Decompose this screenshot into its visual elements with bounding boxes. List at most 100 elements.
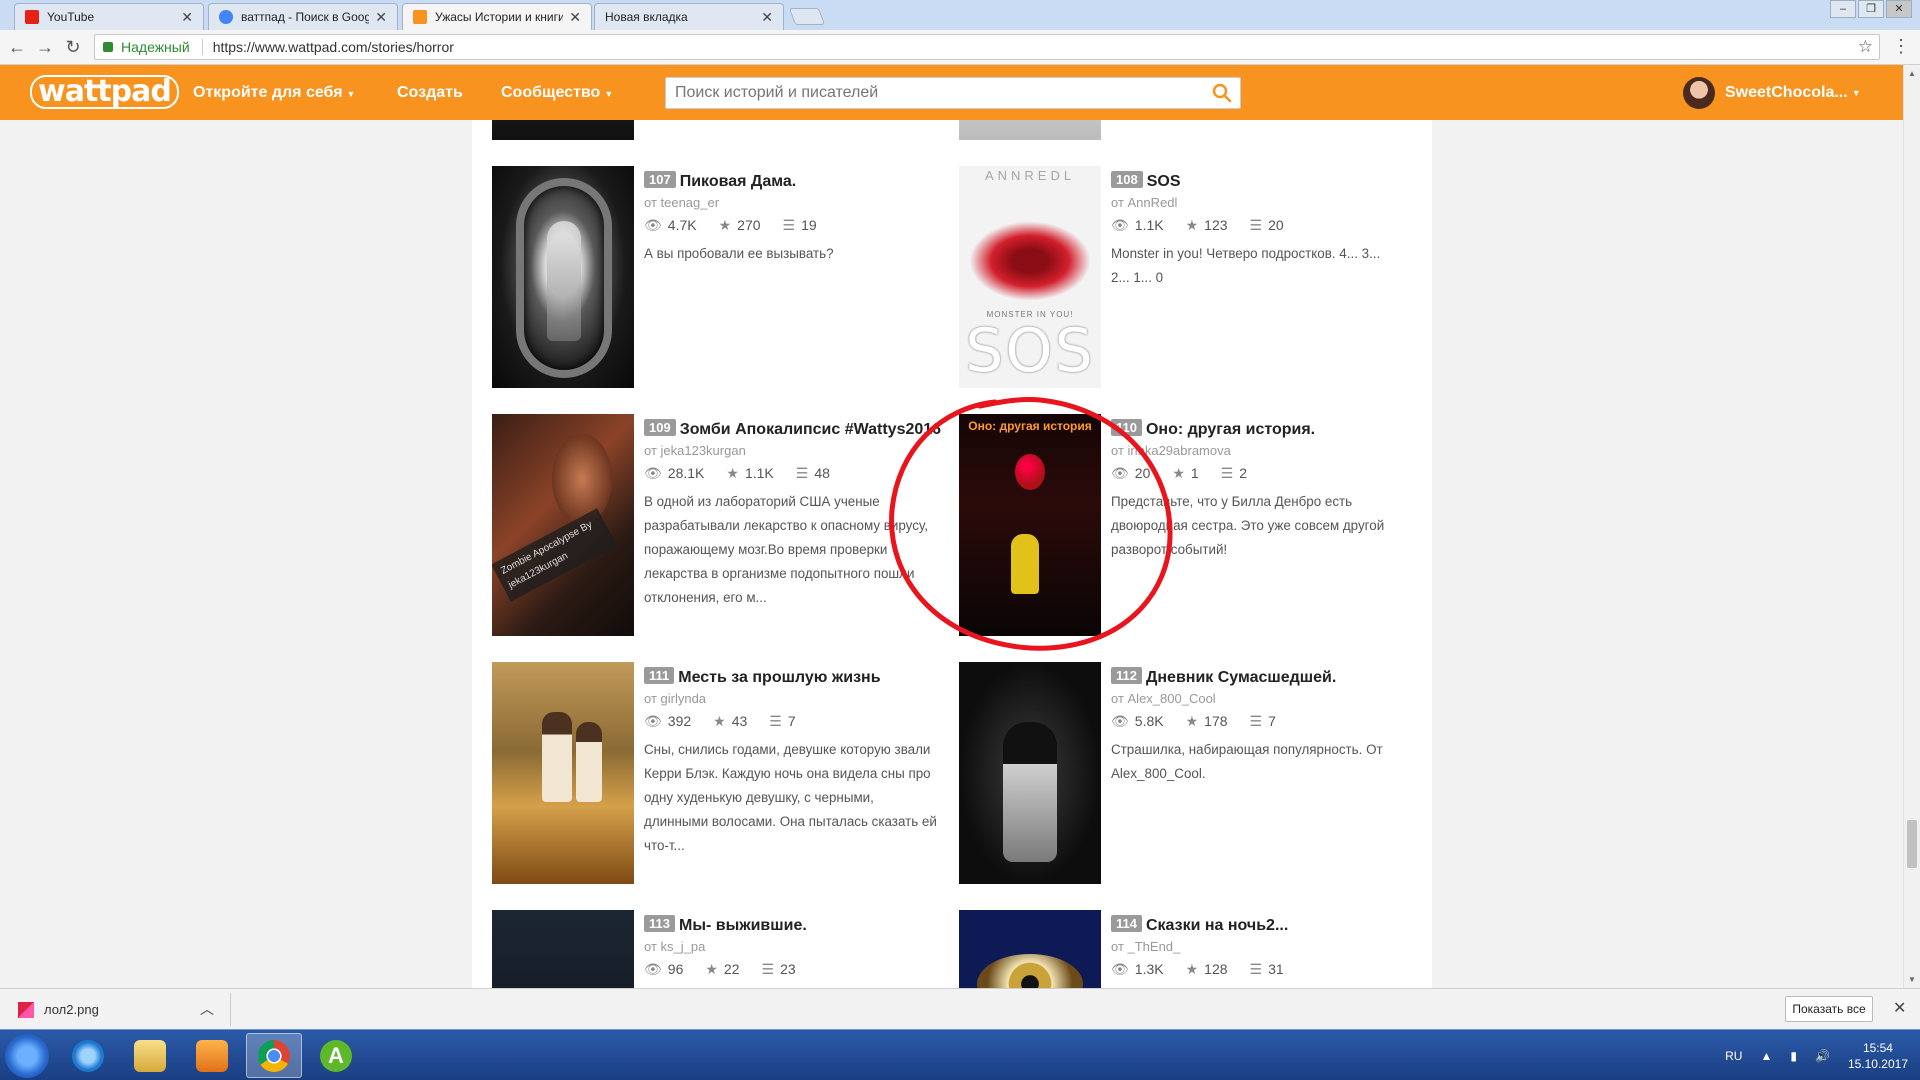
app-a-icon[interactable]: A — [308, 1033, 364, 1078]
close-tab-icon[interactable]: ✕ — [761, 9, 773, 26]
caret-down-icon: ▼ — [1851, 88, 1861, 98]
browser-tabstrip: YouTube ✕ ваттпад - Поиск в Google ✕ Ужа… — [0, 0, 1920, 30]
close-window-icon[interactable]: ✕ — [1886, 0, 1912, 18]
internet-explorer-icon[interactable] — [60, 1033, 116, 1078]
tray-expand-icon[interactable]: ▲ — [1760, 1049, 1772, 1063]
back-arrow-icon[interactable]: ← — [6, 37, 28, 58]
download-item[interactable]: лол2.png — [18, 989, 99, 1030]
close-icon[interactable]: ✕ — [1893, 998, 1906, 1018]
show-all-downloads-button[interactable]: Показать все — [1785, 996, 1873, 1022]
close-tab-icon[interactable]: ✕ — [569, 9, 581, 26]
bookmark-star-icon[interactable]: ☆ — [1858, 37, 1873, 57]
scroll-up-icon[interactable]: ▲ — [1908, 69, 1916, 78]
eye-icon: 👁 — [1111, 713, 1129, 729]
media-player-icon[interactable] — [184, 1033, 240, 1078]
story-author[interactable]: от AnnRedl — [1111, 195, 1411, 210]
story-cover[interactable] — [959, 662, 1101, 884]
parts-count: ☰ 48 — [795, 465, 830, 481]
new-tab-button[interactable] — [788, 8, 826, 25]
search-icon[interactable] — [1212, 83, 1232, 103]
browser-menu-icon[interactable]: ⋮ — [1892, 36, 1910, 57]
file-explorer-icon[interactable] — [122, 1033, 178, 1078]
user-menu[interactable]: SweetChocola... ▼ — [1683, 77, 1861, 109]
parts-count: ☰ 31 — [1249, 961, 1284, 977]
rank-badge: 111 — [644, 667, 675, 684]
story-cover[interactable] — [959, 120, 1101, 140]
story-title-link[interactable]: 114 Сказки на ночь2... — [1111, 914, 1411, 938]
story-author[interactable]: от girlynda — [644, 691, 944, 706]
story-title-link[interactable]: 113 Мы- выжившие. — [644, 914, 944, 938]
tab-new-tab[interactable]: Новая вкладка ✕ — [594, 3, 784, 30]
chrome-icon[interactable] — [246, 1033, 302, 1078]
maximize-icon[interactable]: ❐ — [1858, 0, 1884, 18]
tab-youtube[interactable]: YouTube ✕ — [14, 3, 204, 30]
story-title-link[interactable]: 108 SOS — [1111, 170, 1411, 194]
story-stats: 👁 28.1K ★ 1.1K ☰ 48 — [644, 465, 944, 482]
tab-title: Новая вкладка — [605, 10, 688, 24]
story-cover[interactable] — [959, 910, 1101, 988]
story-cover[interactable]: Оно: другая история — [959, 414, 1101, 636]
nav-community[interactable]: Сообщество ▼ — [501, 65, 613, 120]
wattpad-logo[interactable]: wattpad — [30, 75, 179, 109]
story-title-link[interactable]: 109 Зомби Апокалипсис #Wattys2016 — [644, 418, 944, 442]
close-tab-icon[interactable]: ✕ — [181, 9, 193, 26]
reads-count: 👁 5.8K — [1111, 713, 1164, 729]
tab-google-search[interactable]: ваттпад - Поиск в Google ✕ — [208, 3, 398, 30]
clock[interactable]: 15:54 15.10.2017 — [1848, 1040, 1908, 1072]
story-cover[interactable]: Zombie Apocalypse By jeka123kurgan — [492, 414, 634, 636]
story-title-link[interactable]: 111 Месть за прошлую жизнь — [644, 666, 944, 690]
story-cover[interactable] — [492, 662, 634, 884]
wattpad-favicon-icon — [413, 10, 427, 24]
google-favicon-icon — [219, 10, 233, 24]
rank-badge: 112 — [1111, 667, 1142, 684]
start-button[interactable] — [5, 1034, 49, 1078]
reads-count: 👁 1.3K — [1111, 961, 1164, 977]
eye-icon: 👁 — [1111, 961, 1129, 977]
nav-create[interactable]: Создать — [397, 65, 463, 120]
story-author[interactable]: от teenag_er — [644, 195, 944, 210]
reload-icon[interactable]: ↻ — [62, 37, 84, 58]
story-title-link[interactable]: 110 Оно: другая история. — [1111, 418, 1411, 442]
list-icon: ☰ — [782, 217, 796, 233]
story-cover[interactable] — [492, 166, 634, 388]
minimize-icon[interactable]: – — [1830, 0, 1856, 18]
search-input[interactable] — [675, 84, 1240, 102]
chevron-up-icon[interactable]: ︿ — [200, 999, 214, 1019]
nav-discover[interactable]: Откройте для себя ▼ — [193, 65, 355, 120]
story-author[interactable]: от jeka123kurgan — [644, 443, 944, 458]
close-tab-icon[interactable]: ✕ — [375, 9, 387, 26]
parts-count: ☰ 20 — [1249, 217, 1284, 233]
story-title-link[interactable]: 107 Пиковая Дама. — [644, 170, 944, 194]
scroll-down-icon[interactable]: ▼ — [1908, 975, 1916, 984]
story-description: Страшилка, набирающая популярность. От A… — [1111, 742, 1383, 781]
network-icon[interactable]: ▮ — [1790, 1049, 1797, 1063]
story-title: SOS — [1146, 173, 1181, 190]
address-bar[interactable]: Надежный https://www.wattpad.com/stories… — [94, 34, 1880, 60]
story-cover[interactable]: ANNREDL MONSTER IN YOU! SOS — [959, 166, 1101, 388]
tab-wattpad-horror[interactable]: Ужасы Истории и книги б ✕ — [402, 3, 592, 30]
story-author[interactable]: от _ThEnd_ — [1111, 939, 1411, 954]
page-scrollbar[interactable]: ▲ ▼ — [1903, 65, 1920, 988]
scroll-thumb[interactable] — [1907, 820, 1917, 868]
story-description: Сны, снились годами, девушке которую зва… — [644, 742, 937, 853]
forward-arrow-icon[interactable]: → — [34, 37, 56, 58]
list-icon: ☰ — [1249, 713, 1263, 729]
story-cover[interactable] — [492, 120, 634, 140]
story-author[interactable]: от Alex_800_Cool — [1111, 691, 1411, 706]
cover-text: Оно: другая история — [968, 419, 1092, 433]
reads-count: 👁 4.7K — [644, 217, 697, 233]
rank-badge: 107 — [644, 171, 676, 188]
url-text[interactable]: https://www.wattpad.com/stories/horror — [213, 39, 454, 55]
story-title-link[interactable]: 112 Дневник Сумасшедшей. — [1111, 666, 1411, 690]
language-indicator[interactable]: RU — [1725, 1049, 1742, 1063]
story-cover[interactable] — [492, 910, 634, 988]
caret-down-icon: ▼ — [346, 89, 356, 99]
story-title: Месть за прошлую жизнь — [678, 669, 881, 686]
story-description: А вы пробовали ее вызывать? — [644, 246, 834, 261]
nav-community-label: Сообщество — [501, 84, 601, 101]
tab-title: YouTube — [47, 10, 95, 24]
story-author[interactable]: от irinka29abramova — [1111, 443, 1411, 458]
story-author[interactable]: от ks_j_pa — [644, 939, 944, 954]
volume-icon[interactable]: 🔊 — [1815, 1049, 1830, 1063]
story-stats: 👁 20 ★ 1 ☰ 2 — [1111, 465, 1411, 482]
